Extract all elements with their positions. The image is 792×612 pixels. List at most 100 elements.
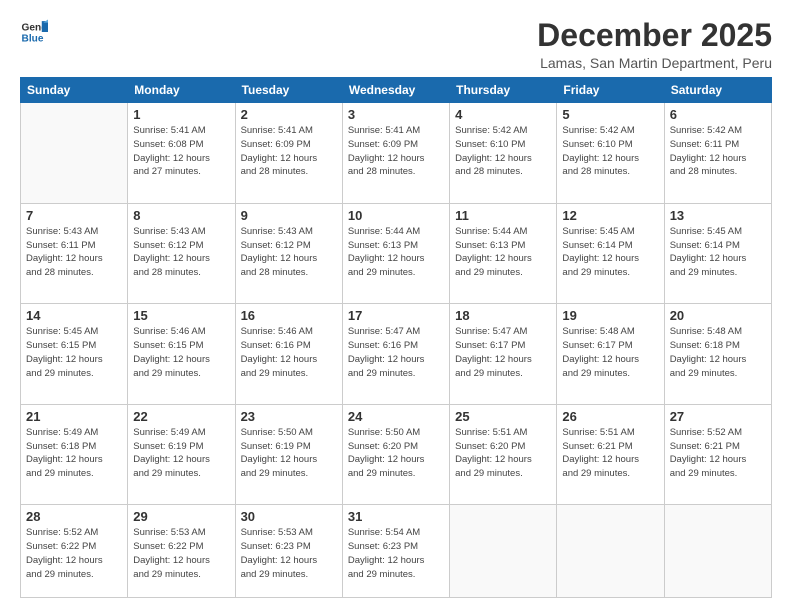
day-info: Sunrise: 5:47 AMSunset: 6:16 PMDaylight:… [348,325,444,380]
table-row [450,505,557,598]
table-row: 15Sunrise: 5:46 AMSunset: 6:15 PMDayligh… [128,304,235,405]
day-info: Sunrise: 5:48 AMSunset: 6:17 PMDaylight:… [562,325,658,380]
day-info: Sunrise: 5:46 AMSunset: 6:16 PMDaylight:… [241,325,337,380]
day-info: Sunrise: 5:45 AMSunset: 6:14 PMDaylight:… [562,225,658,280]
day-number: 23 [241,409,337,424]
day-info: Sunrise: 5:49 AMSunset: 6:18 PMDaylight:… [26,426,122,481]
table-row: 9Sunrise: 5:43 AMSunset: 6:12 PMDaylight… [235,203,342,304]
day-info: Sunrise: 5:52 AMSunset: 6:21 PMDaylight:… [670,426,766,481]
page: General Blue December 2025 Lamas, San Ma… [0,0,792,612]
day-number: 3 [348,107,444,122]
table-row: 7 Sunrise: 5:43 AMSunset: 6:11 PMDaylight… [21,203,128,304]
day-info: Sunrise: 5:42 AMSunset: 6:10 PMDaylight:… [455,124,551,179]
table-row: 19 Sunrise: 5:48 AMSunset: 6:17 PMDayligh… [557,304,664,405]
day-number: 31 [348,509,444,524]
title-block: December 2025 Lamas, San Martin Departme… [537,18,772,71]
header-friday: Friday [557,78,664,103]
day-number: 8 [133,208,229,223]
table-row: 10 Sunrise: 5:44 AMSunset: 6:13 PMDayligh… [342,203,449,304]
day-number: 14 [26,308,122,323]
table-row: 28 Sunrise: 5:52 AMSunset: 6:22 PMDayligh… [21,505,128,598]
day-number: 11 [455,208,551,223]
day-info: Sunrise: 5:44 AMSunset: 6:13 PMDaylight:… [348,225,444,280]
table-row: 18Sunrise: 5:47 AMSunset: 6:17 PMDayligh… [450,304,557,405]
table-row: 24 Sunrise: 5:50 AMSunset: 6:20 PMDayligh… [342,404,449,505]
day-number: 1 [133,107,229,122]
day-info: Sunrise: 5:46 AMSunset: 6:15 PMDaylight:… [133,325,229,380]
day-number: 21 [26,409,122,424]
day-number: 7 [26,208,122,223]
day-info: Sunrise: 5:41 AMSunset: 6:09 PMDaylight:… [348,124,444,179]
table-row: 22Sunrise: 5:49 AMSunset: 6:19 PMDayligh… [128,404,235,505]
day-info: Sunrise: 5:53 AMSunset: 6:23 PMDaylight:… [241,526,337,581]
table-row: 14Sunrise: 5:45 AMSunset: 6:15 PMDayligh… [21,304,128,405]
day-number: 30 [241,509,337,524]
header-monday: Monday [128,78,235,103]
day-info: Sunrise: 5:44 AMSunset: 6:13 PMDaylight:… [455,225,551,280]
day-number: 4 [455,107,551,122]
table-row [21,103,128,204]
day-info: Sunrise: 5:41 AMSunset: 6:09 PMDaylight:… [241,124,337,179]
day-info: Sunrise: 5:50 AMSunset: 6:20 PMDaylight:… [348,426,444,481]
logo-icon: General Blue [20,18,48,46]
day-number: 17 [348,308,444,323]
day-number: 27 [670,409,766,424]
subtitle: Lamas, San Martin Department, Peru [537,55,772,71]
day-number: 25 [455,409,551,424]
header-sunday: Sunday [21,78,128,103]
day-number: 6 [670,107,766,122]
day-info: Sunrise: 5:45 AMSunset: 6:14 PMDaylight:… [670,225,766,280]
day-number: 16 [241,308,337,323]
table-row: 2 Sunrise: 5:41 AMSunset: 6:09 PMDaylight… [235,103,342,204]
day-number: 10 [348,208,444,223]
table-row [557,505,664,598]
header: General Blue December 2025 Lamas, San Ma… [20,18,772,71]
day-number: 28 [26,509,122,524]
day-number: 19 [562,308,658,323]
table-row: 21 Sunrise: 5:49 AMSunset: 6:18 PMDayligh… [21,404,128,505]
table-row [664,505,771,598]
day-info: Sunrise: 5:41 AMSunset: 6:08 PMDaylight:… [133,124,229,179]
day-info: Sunrise: 5:52 AMSunset: 6:22 PMDaylight:… [26,526,122,581]
svg-text:Blue: Blue [22,33,44,44]
table-row: 27 Sunrise: 5:52 AMSunset: 6:21 PMDayligh… [664,404,771,505]
day-number: 5 [562,107,658,122]
day-info: Sunrise: 5:51 AMSunset: 6:20 PMDaylight:… [455,426,551,481]
main-title: December 2025 [537,18,772,53]
day-number: 12 [562,208,658,223]
day-number: 13 [670,208,766,223]
table-row: 17 Sunrise: 5:47 AMSunset: 6:16 PMDayligh… [342,304,449,405]
day-info: Sunrise: 5:53 AMSunset: 6:22 PMDaylight:… [133,526,229,581]
day-info: Sunrise: 5:43 AMSunset: 6:11 PMDaylight:… [26,225,122,280]
header-wednesday: Wednesday [342,78,449,103]
header-tuesday: Tuesday [235,78,342,103]
table-row: 5 Sunrise: 5:42 AMSunset: 6:10 PMDaylight… [557,103,664,204]
header-thursday: Thursday [450,78,557,103]
day-info: Sunrise: 5:42 AMSunset: 6:10 PMDaylight:… [562,124,658,179]
table-row: 20Sunrise: 5:48 AMSunset: 6:18 PMDayligh… [664,304,771,405]
table-row: 23 Sunrise: 5:50 AMSunset: 6:19 PMDayligh… [235,404,342,505]
day-number: 22 [133,409,229,424]
table-row: 25 Sunrise: 5:51 AMSunset: 6:20 PMDayligh… [450,404,557,505]
day-info: Sunrise: 5:43 AMSunset: 6:12 PMDaylight:… [133,225,229,280]
day-number: 26 [562,409,658,424]
table-row: 3 Sunrise: 5:41 AMSunset: 6:09 PMDaylight… [342,103,449,204]
day-number: 24 [348,409,444,424]
table-row: 11 Sunrise: 5:44 AMSunset: 6:13 PMDayligh… [450,203,557,304]
table-row: 8 Sunrise: 5:43 AMSunset: 6:12 PMDaylight… [128,203,235,304]
table-row: 4 Sunrise: 5:42 AMSunset: 6:10 PMDaylight… [450,103,557,204]
table-row: 29 Sunrise: 5:53 AMSunset: 6:22 PMDayligh… [128,505,235,598]
day-info: Sunrise: 5:48 AMSunset: 6:18 PMDaylight:… [670,325,766,380]
logo: General Blue [20,18,48,46]
day-number: 9 [241,208,337,223]
table-row: 13 Sunrise: 5:45 AMSunset: 6:14 PMDayligh… [664,203,771,304]
table-row: 31 Sunrise: 5:54 AMSunset: 6:23 PMDayligh… [342,505,449,598]
day-number: 29 [133,509,229,524]
day-number: 2 [241,107,337,122]
calendar-table: Sunday Monday Tuesday Wednesday Thursday… [20,77,772,598]
table-row: 12 Sunrise: 5:45 AMSunset: 6:14 PMDayligh… [557,203,664,304]
table-row: 30 Sunrise: 5:53 AMSunset: 6:23 PMDayligh… [235,505,342,598]
table-row: 1 Sunrise: 5:41 AMSunset: 6:08 PMDaylight… [128,103,235,204]
day-info: Sunrise: 5:54 AMSunset: 6:23 PMDaylight:… [348,526,444,581]
day-info: Sunrise: 5:50 AMSunset: 6:19 PMDaylight:… [241,426,337,481]
